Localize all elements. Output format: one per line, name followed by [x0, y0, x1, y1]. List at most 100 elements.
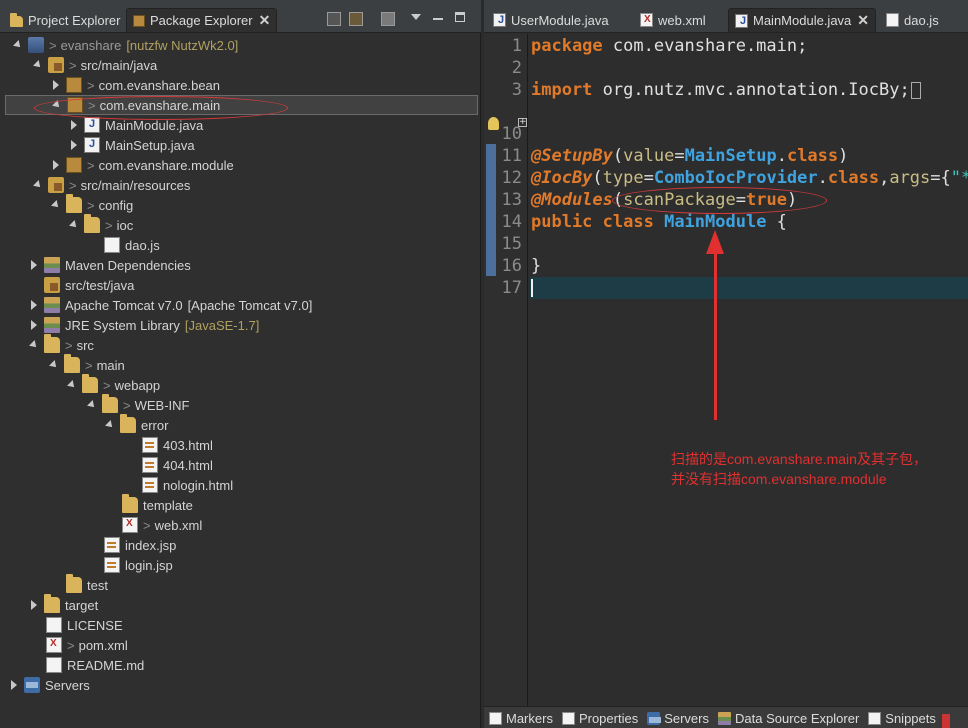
tree-item-404-html[interactable]: 404.html	[0, 455, 478, 475]
tree-item-src-test-java[interactable]: src/test/java	[0, 275, 478, 295]
focus-task-icon[interactable]	[381, 12, 395, 26]
tree-item-config[interactable]: > config	[0, 194, 478, 215]
tab-usermodule-java[interactable]: UserModule.java	[487, 8, 615, 32]
tab-servers[interactable]: Servers	[647, 708, 709, 728]
code-line: import org.nutz.mvc.annotation.IocBy;	[531, 79, 921, 101]
overflow-icon[interactable]	[941, 714, 950, 728]
expand-toggle-icon[interactable]	[28, 299, 40, 311]
tree-item-target[interactable]: target	[0, 594, 478, 615]
tree-item-label: LICENSE	[67, 617, 123, 633]
expand-toggle-icon[interactable]	[68, 139, 80, 151]
tree-item-label: error	[141, 417, 169, 433]
expand-toggle-icon[interactable]	[66, 379, 78, 391]
close-icon[interactable]: ✕	[857, 12, 869, 29]
tree-item-label: JRE System Library	[65, 317, 180, 333]
tree-item-web-xml[interactable]: > web.xml	[0, 515, 478, 535]
tree-item-webapp[interactable]: > webapp	[0, 374, 478, 395]
tree-item-license[interactable]: LICENSE	[0, 615, 478, 635]
tree-item-label: com.evanshare.bean	[98, 77, 221, 93]
tree-item-mainsetup-java[interactable]: MainSetup.java	[0, 135, 478, 155]
expand-toggle-icon[interactable]	[50, 199, 62, 211]
tree-item-label: com.evanshare.main	[99, 97, 221, 113]
expand-toggle-icon[interactable]	[48, 359, 60, 371]
project-tree: > evanshare [nutzfw NutzWk2.0] > src/mai…	[0, 34, 480, 728]
expand-toggle-icon[interactable]	[28, 339, 40, 351]
expand-toggle-icon[interactable]	[28, 319, 40, 331]
tree-item-apache-tomcat[interactable]: Apache Tomcat v7.0 [Apache Tomcat v7.0]	[0, 295, 478, 315]
tree-item-src-main-java[interactable]: > src/main/java	[0, 55, 478, 75]
library-icon	[44, 297, 60, 313]
tree-item-login-jsp[interactable]: login.jsp	[0, 555, 478, 575]
tree-item-main[interactable]: > main	[0, 354, 478, 375]
tree-item-ioc[interactable]: > ioc	[0, 214, 478, 235]
annotation-arrow-shaft	[714, 238, 717, 420]
tree-item-label: com.evanshare.module	[98, 157, 234, 173]
tree-item-src-main-resources[interactable]: > src/main/resources	[0, 175, 478, 195]
tree-item-dao-js[interactable]: dao.js	[0, 235, 478, 255]
tab-label: Snippets	[885, 710, 936, 726]
tree-item-src[interactable]: > src	[0, 334, 478, 355]
expand-toggle-icon[interactable]	[68, 219, 80, 231]
tree-item-mainmodule-java[interactable]: MainModule.java	[0, 115, 478, 135]
tree-item-readme-md[interactable]: README.md	[0, 655, 478, 675]
tree-item-error[interactable]: error	[0, 414, 478, 435]
minimize-icon[interactable]	[433, 18, 443, 20]
expand-toggle-icon[interactable]	[86, 399, 98, 411]
expand-toggle-icon[interactable]	[32, 59, 44, 71]
tree-item-nologin-html[interactable]: nologin.html	[0, 475, 478, 495]
tree-item-evanshare[interactable]: > evanshare [nutzfw NutzWk2.0]	[0, 35, 478, 55]
tree-item-label: Maven Dependencies	[65, 257, 191, 273]
tab-label: Servers	[664, 710, 709, 726]
maximize-icon[interactable]	[455, 12, 465, 22]
tree-item-template[interactable]: template	[0, 494, 478, 515]
line-number: 10	[501, 124, 522, 144]
collapse-all-icon[interactable]	[327, 12, 341, 26]
expand-toggle-icon[interactable]	[68, 119, 80, 131]
tab-dao-js[interactable]: dao.js	[880, 8, 945, 32]
tree-item-label: Servers	[45, 677, 90, 693]
tree-item-jre-system-library[interactable]: JRE System Library [JavaSE-1.7]	[0, 315, 478, 335]
code-line: package com.evanshare.main;	[531, 36, 808, 56]
line-number: 13	[501, 190, 522, 210]
expand-toggle-icon[interactable]	[12, 39, 24, 51]
tree-item-servers[interactable]: Servers	[0, 675, 478, 695]
file-icon	[46, 617, 62, 633]
tree-item-com-evanshare-bean[interactable]: > com.evanshare.bean	[0, 75, 478, 95]
link-with-editor-icon[interactable]	[349, 12, 363, 26]
expand-toggle-icon[interactable]	[28, 259, 40, 271]
code-line: }	[531, 256, 542, 276]
tree-item-label: evanshare	[60, 37, 122, 53]
expand-toggle-icon[interactable]	[50, 159, 62, 171]
tree-item-com-evanshare-main[interactable]: > com.evanshare.main	[5, 95, 478, 115]
collapsed-imports-box[interactable]	[910, 81, 921, 99]
view-menu-icon[interactable]	[411, 14, 421, 20]
tree-item-maven-dependencies[interactable]: Maven Dependencies	[0, 255, 478, 275]
close-icon[interactable]: ✕	[259, 12, 271, 29]
expand-toggle-icon[interactable]	[28, 599, 40, 611]
servers-icon	[647, 711, 662, 725]
expand-toggle-icon[interactable]	[104, 419, 116, 431]
expand-toggle-icon[interactable]	[51, 99, 63, 111]
tab-properties[interactable]: Properties	[561, 708, 639, 728]
code-editor[interactable]: package com.evanshare.main; import org.n…	[530, 34, 968, 706]
expand-toggle-icon[interactable]	[50, 79, 62, 91]
tree-item-com-evanshare-module[interactable]: > com.evanshare.module	[0, 155, 478, 175]
expand-toggle-icon[interactable]	[32, 179, 44, 191]
tab-mainmodule-java[interactable]: MainModule.java ✕	[728, 8, 877, 32]
expand-toggle-icon[interactable]	[8, 679, 20, 691]
tree-item-pom-xml[interactable]: > pom.xml	[0, 635, 478, 655]
tab-data-source-explorer[interactable]: Data Source Explorer	[718, 708, 859, 728]
library-icon	[44, 257, 60, 273]
tree-item-label: template	[143, 497, 193, 513]
tree-item-index-jsp[interactable]: index.jsp	[0, 535, 478, 555]
tree-item-test[interactable]: test	[0, 574, 478, 595]
tree-item-web-inf[interactable]: > WEB-INF	[0, 394, 478, 415]
tab-snippets[interactable]: Snippets	[868, 708, 936, 728]
tab-package-explorer[interactable]: Package Explorer ✕	[126, 8, 278, 32]
tree-item-403-html[interactable]: 403.html	[0, 435, 478, 455]
tab-web-xml[interactable]: web.xml	[634, 8, 712, 32]
tab-project-explorer[interactable]: Project Explorer	[4, 8, 126, 32]
folder-icon	[44, 334, 60, 353]
tab-markers[interactable]: Markers	[489, 708, 553, 728]
tab-label: Properties	[578, 710, 639, 726]
